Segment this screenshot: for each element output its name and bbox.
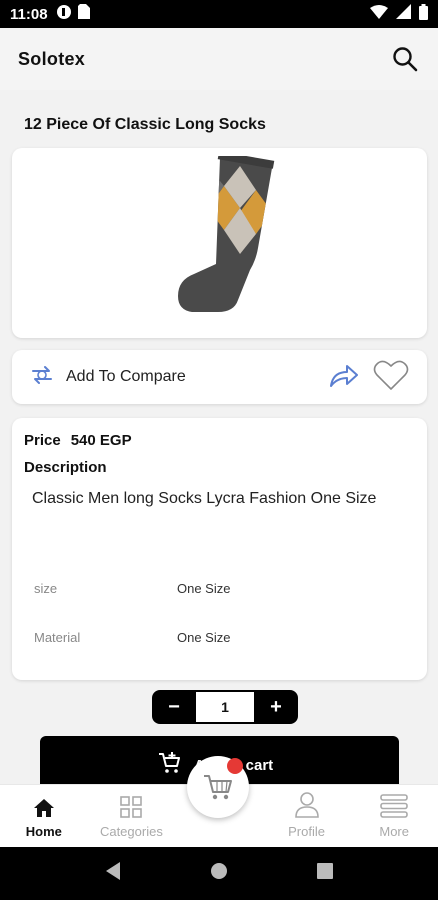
nav-label-categories: Categories: [99, 824, 163, 839]
price-line: Price 540 EGP: [24, 432, 415, 449]
price-value: 540 EGP: [70, 432, 132, 449]
product-title: 12 Piece Of Classic Long Socks: [24, 116, 266, 133]
app-notification-icon: [56, 4, 72, 25]
nav-label-more: More: [379, 824, 409, 839]
compare-label[interactable]: Add To Compare: [66, 368, 186, 386]
decrease-quantity-button[interactable]: −: [152, 690, 196, 724]
description-heading: Description: [24, 459, 107, 476]
attribute-value: One Size: [177, 630, 231, 645]
sim-card-icon: [77, 4, 90, 24]
attribute-value: One Size: [177, 581, 231, 596]
floating-cart-button[interactable]: [187, 756, 249, 818]
home-icon: [33, 799, 54, 817]
system-navigation-bar: [0, 847, 438, 900]
cart-icon: [204, 775, 232, 800]
menu-icon: [380, 794, 408, 818]
quantity-value: 1: [196, 692, 254, 722]
search-icon[interactable]: [390, 44, 420, 74]
price-label: Price: [24, 432, 61, 449]
product-info-card: Price 540 EGP Description Classic Men lon…: [12, 418, 427, 680]
description-text: Classic Men long Socks Lycra Fashion One…: [32, 490, 377, 507]
back-icon[interactable]: [104, 861, 122, 886]
battery-icon: [419, 3, 428, 25]
app-bar: Solotex: [0, 28, 438, 90]
nav-profile[interactable]: Profile: [263, 785, 351, 847]
grid-icon: [120, 796, 143, 818]
recents-icon[interactable]: [316, 862, 334, 885]
home-circle-icon[interactable]: [209, 861, 229, 886]
status-bar: 11:08: [0, 0, 438, 28]
attribute-row: size One Size: [34, 581, 230, 596]
signal-icon: [396, 4, 411, 24]
person-icon: [294, 792, 319, 818]
wifi-icon: [370, 4, 388, 24]
nav-label-home: Home: [25, 824, 62, 839]
favorite-heart-icon[interactable]: [373, 359, 409, 396]
quantity-stepper: − 1 +: [152, 690, 298, 724]
nav-more[interactable]: More: [350, 785, 438, 847]
product-image-carousel[interactable]: [12, 148, 427, 475]
attribute-key: Material: [34, 630, 81, 645]
nav-categories[interactable]: Categories: [88, 785, 176, 847]
add-cart-icon: [158, 751, 182, 780]
compare-row: Add To Compare: [12, 350, 427, 404]
nav-home[interactable]: Home: [0, 785, 88, 847]
status-time: 11:08: [10, 5, 48, 23]
compare-icon[interactable]: [30, 365, 54, 390]
increase-quantity-button[interactable]: +: [254, 690, 298, 724]
attribute-key: size: [34, 581, 58, 596]
nav-label-profile: Profile: [288, 824, 325, 839]
attribute-row: Material One Size: [34, 630, 230, 645]
cart-badge: [227, 758, 243, 774]
product-image: [178, 156, 275, 312]
share-icon[interactable]: [329, 362, 359, 393]
app-title: Solotex: [18, 48, 86, 69]
